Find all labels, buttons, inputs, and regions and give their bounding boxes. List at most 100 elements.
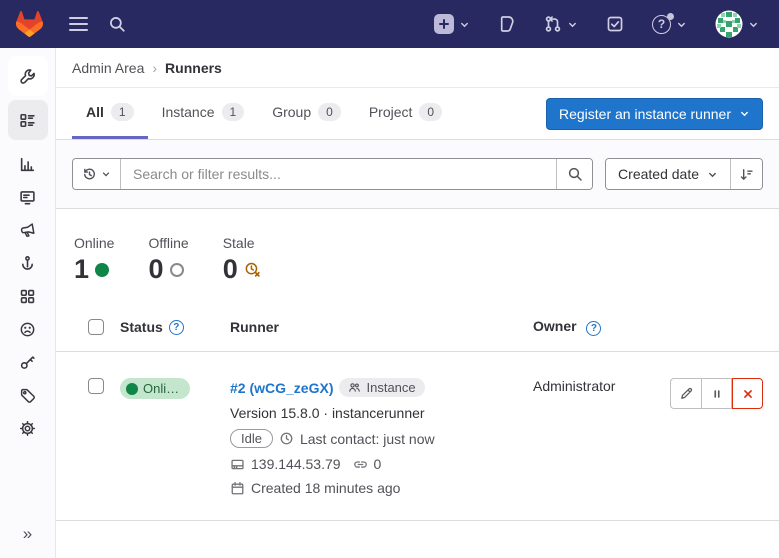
issues-button[interactable]	[494, 11, 520, 37]
delete-runner-button[interactable]	[732, 378, 763, 409]
runners-table-header: Status ? Runner Owner ?	[56, 303, 779, 352]
runner-type-badge: Instance	[339, 378, 424, 397]
chevron-down-icon	[101, 169, 111, 179]
search-icon	[108, 15, 126, 33]
users-icon	[348, 381, 361, 394]
sidebar-item-overview[interactable]	[8, 100, 48, 140]
runner-summary: #2 (wCG_zeGX) Instance Version 15.8.0 · …	[230, 378, 523, 496]
disk-icon	[230, 457, 245, 472]
search-icon	[567, 166, 583, 182]
offline-status-icon	[170, 263, 184, 277]
sidebar-item-labels[interactable]	[8, 379, 48, 412]
double-chevron-right-icon: »	[23, 524, 32, 544]
task-done-icon	[606, 15, 624, 33]
notification-dot	[667, 13, 674, 20]
runner-actions	[670, 378, 763, 409]
sidebar-expand-button[interactable]: »	[8, 520, 48, 548]
sidebar-item-messages[interactable]	[8, 214, 48, 247]
new-dropdown-button[interactable]	[430, 10, 474, 38]
tab-group[interactable]: Group 0	[258, 88, 355, 139]
user-menu-button[interactable]	[711, 6, 763, 42]
tab-all[interactable]: All 1	[72, 88, 148, 139]
tab-project-count: 0	[419, 103, 442, 121]
issues-icon	[498, 15, 516, 33]
hamburger-menu-button[interactable]	[65, 13, 92, 35]
gitlab-logo-icon	[16, 11, 43, 37]
admin-sidebar: »	[0, 48, 56, 558]
runner-version: Version 15.8.0 · instancerunner	[230, 405, 523, 421]
sidebar-item-system-hooks[interactable]	[8, 247, 48, 280]
megaphone-icon	[18, 221, 38, 241]
search-history-button[interactable]	[73, 159, 121, 189]
gitlab-admin-runners-page: ?	[0, 0, 779, 558]
gitlab-home-link[interactable]	[16, 11, 43, 37]
sidebar-item-monitoring[interactable]	[8, 181, 48, 214]
applications-grid-icon	[19, 288, 36, 305]
runner-status-badge: Online	[120, 378, 190, 399]
history-icon	[82, 167, 97, 182]
stale-count: 0	[223, 256, 238, 283]
help-dropdown-button[interactable]: ?	[648, 11, 691, 38]
pause-icon	[710, 387, 724, 401]
pencil-icon	[679, 386, 694, 401]
chevron-down-icon	[567, 19, 578, 30]
merge-requests-dropdown-button[interactable]	[540, 11, 582, 37]
row-checkbox[interactable]	[88, 378, 104, 394]
search-submit-button[interactable]	[556, 159, 592, 189]
merge-request-icon	[544, 15, 562, 33]
tab-instance[interactable]: Instance 1	[148, 88, 259, 139]
todos-button[interactable]	[602, 11, 628, 37]
runner-type-tabs: All 1 Instance 1 Group 0 Project 0 Regis…	[56, 88, 779, 140]
linked-count: 0	[374, 456, 382, 472]
tab-all-count: 1	[111, 103, 134, 121]
chevron-down-icon	[459, 19, 470, 30]
calendar-icon	[230, 481, 245, 496]
stat-online: Online 1	[74, 235, 114, 283]
tab-project[interactable]: Project 0	[355, 88, 456, 139]
key-icon	[19, 354, 36, 371]
chevron-down-icon	[748, 19, 759, 30]
search-input[interactable]	[121, 159, 556, 189]
sidebar-item-deploy-keys[interactable]	[8, 346, 48, 379]
navbar-right: ?	[430, 6, 763, 42]
help-icon: ?	[652, 15, 671, 34]
online-dot-icon	[126, 383, 138, 395]
wrench-icon	[19, 68, 36, 85]
chevron-down-icon	[676, 19, 687, 30]
navbar-search-button[interactable]	[104, 11, 130, 37]
breadcrumb-separator-icon: ›	[152, 60, 157, 76]
select-all-checkbox[interactable]	[88, 319, 104, 335]
plus-icon	[434, 14, 454, 34]
sort-by-dropdown[interactable]: Created date	[606, 159, 730, 189]
owner-link[interactable]: Administrator	[533, 378, 615, 394]
label-tag-icon	[19, 387, 36, 404]
register-instance-runner-button[interactable]: Register an instance runner	[546, 98, 763, 130]
pause-runner-button[interactable]	[701, 378, 732, 409]
filtered-search	[72, 158, 593, 190]
created-ago: Created 18 minutes ago	[251, 480, 400, 496]
user-avatar	[715, 10, 743, 38]
chevron-down-icon	[739, 108, 750, 119]
stat-offline: Offline 0	[148, 235, 188, 283]
status-help-icon[interactable]: ?	[169, 320, 184, 335]
breadcrumb-runners: Runners	[165, 60, 222, 76]
main-content: Admin Area › Runners All 1 Instance 1 Gr…	[56, 48, 779, 558]
owner-help-icon[interactable]: ?	[586, 321, 601, 336]
runner-link[interactable]: #2 (wCG_zeGX)	[230, 380, 333, 396]
tab-instance-count: 1	[222, 103, 245, 121]
breadcrumb-admin-area[interactable]: Admin Area	[72, 60, 144, 76]
sidebar-item-analytics[interactable]	[8, 148, 48, 181]
ip-address: 139.144.53.79	[251, 456, 341, 472]
sidebar-item-abuse-reports[interactable]	[8, 313, 48, 346]
sidebar-item-applications[interactable]	[8, 280, 48, 313]
sort-descending-icon	[739, 167, 754, 182]
sort-direction-button[interactable]	[730, 159, 762, 189]
stale-clock-icon	[244, 261, 261, 278]
sidebar-item-admin-area[interactable]	[8, 56, 48, 96]
chevron-down-icon	[707, 169, 718, 180]
hamburger-icon	[69, 17, 88, 31]
online-status-icon	[95, 263, 109, 277]
sidebar-item-settings[interactable]	[8, 412, 48, 445]
job-status-badge: Idle	[230, 429, 273, 448]
edit-runner-button[interactable]	[670, 378, 701, 409]
